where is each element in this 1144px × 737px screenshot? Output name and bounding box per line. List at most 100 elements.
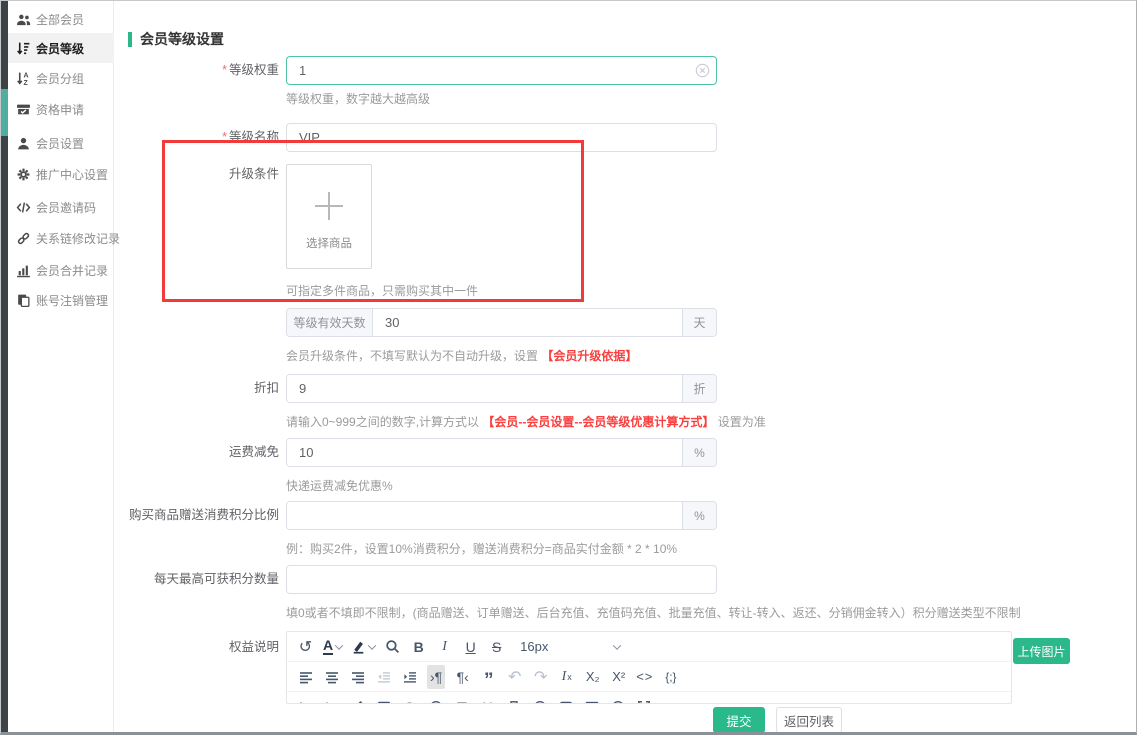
clear-input-icon[interactable] [695,63,710,78]
collapsed-nav-rail [1,1,8,732]
font-size-select[interactable]: 16px [520,639,620,654]
sidebar-item-relation-log[interactable]: 关系链修改记录 [8,223,114,253]
sort-amount-icon [16,41,31,56]
clock-icon[interactable] [531,695,548,705]
blockquote-icon[interactable]: ” [480,665,497,689]
italic-icon[interactable]: I [436,635,453,659]
insert-table-icon[interactable] [583,695,600,705]
sidebar-item-label: 会员分组 [36,70,84,87]
pen-icon[interactable] [349,695,366,705]
sidebar-item-account-cancel[interactable]: 账号注销管理 [8,285,114,315]
discount-group: 折 [286,374,717,403]
fullscreen-icon[interactable] [635,695,652,705]
bold-icon[interactable]: B [410,635,427,659]
sidebar-item-all-members[interactable]: 全部会员 [8,4,114,34]
archive-check-icon [16,102,31,117]
strikethrough-icon[interactable]: S [488,635,505,659]
weight-input[interactable] [286,56,717,85]
submit-button[interactable]: 提交 [713,707,765,733]
text-color-button[interactable]: A [323,635,342,659]
inline-code-icon[interactable]: <> [636,665,653,689]
back-to-list-button[interactable]: 返回列表 [776,707,842,733]
help-daily-cap: 填0或者不填即不限制，(商品赠送、订单赠送、后台充值、充值码充值、批量充值、转让… [286,604,1021,621]
level-name-input[interactable] [286,123,717,152]
editor-toolbar-row-3: Ω H ? [287,692,1011,704]
points-ratio-input[interactable] [287,502,682,529]
select-goods-button[interactable]: 选择商品 [286,164,372,269]
select-all-icon[interactable] [661,695,678,705]
redo-icon[interactable]: ↷ [532,665,549,689]
sidebar-item-label: 资格申请 [36,101,84,118]
editor-toolbar-row-2: ›¶ ¶‹ ” ↶ ↷ Ix X₂ X² <> {;} [287,662,1011,692]
direction-ltr-icon[interactable]: ›¶ [427,665,445,689]
upload-image-button[interactable]: 上传图片 [1013,638,1070,664]
code-block-icon[interactable]: {;} [662,665,679,689]
sidebar-item-qualification[interactable]: 资格申请 [8,94,114,124]
align-right-icon[interactable] [349,665,366,689]
user-icon [16,136,31,151]
field-label-weight: *等级权重 [101,56,279,85]
help-upgrade: 可指定多件商品，只需购买其中一件 [286,282,478,299]
emoticons-icon[interactable] [427,695,444,705]
special-characters-icon[interactable]: Ω [401,695,418,705]
rich-text-editor: ↺ A B I U S 16px ›¶ ¶‹ ” ↶ ↷ Ix X₂ X² <>… [286,631,1012,704]
discount-settings-link[interactable]: 【会员--会员设置--会员等级优惠计算方式】 [482,415,714,429]
sidebar-item-label: 会员合并记录 [36,262,108,279]
direction-rtl-icon[interactable]: ¶‹ [454,665,471,689]
sidebar-item-member-level[interactable]: 会员等级 [8,33,114,63]
highlight-color-button[interactable] [351,635,375,659]
app-window: 全部会员 会员等级 AZ 会员分组 资格申请 会员设置 推广中心设置 会员邀请码 [0,0,1137,735]
sidebar-item-member-settings[interactable]: 会员设置 [8,128,114,158]
align-center-icon[interactable] [323,665,340,689]
field-label-upgrade: 升级条件 [101,164,279,184]
ordered-list-icon[interactable] [297,695,314,705]
svg-text:A: A [24,72,29,79]
print-icon[interactable] [505,695,522,705]
upgrade-basis-link[interactable]: 【会员升级依据】 [541,349,637,363]
align-left-icon[interactable] [297,665,314,689]
sidebar-item-label: 会员设置 [36,135,84,152]
valid-days-input[interactable] [373,309,682,336]
underline-icon[interactable]: U [462,635,479,659]
daily-cap-input[interactable] [286,565,717,594]
sidebar-item-member-groups[interactable]: AZ 会员分组 [8,63,114,93]
insert-hr-icon[interactable]: H [479,695,496,705]
undo-icon[interactable]: ↶ [506,665,523,689]
sort-alpha-icon: AZ [16,71,31,86]
copy-icon [16,293,31,308]
shipping-input[interactable] [287,439,682,466]
sidebar-item-label: 会员等级 [36,40,84,57]
discount-suffix: 折 [682,375,716,402]
users-icon [16,12,31,27]
insert-block-icon[interactable] [453,695,470,705]
insert-video-icon[interactable] [557,695,574,705]
field-label-name: *等级名称 [101,123,279,152]
clear-formatting-icon[interactable]: Ix [558,665,575,689]
search-icon[interactable] [384,635,401,659]
sidebar-item-invite-code[interactable]: 会员邀请码 [8,192,114,222]
help-points-ratio: 例：购买2件，设置10%消费积分，赠送消费积分=商品实付金额 * 2 * 10% [286,540,677,557]
valid-days-prepend: 等级有效天数 [287,309,373,336]
outdent-icon[interactable] [375,665,392,689]
superscript-icon[interactable]: X² [610,665,627,689]
title-accent-bar [128,32,132,47]
svg-text:Z: Z [24,79,29,85]
discount-input[interactable] [287,375,682,402]
scrollbar-thumb[interactable] [1,89,8,136]
plus-icon [328,192,330,220]
undo-history-icon[interactable]: ↺ [297,635,314,659]
gear-icon [16,167,31,182]
field-label-daily-cap: 每天最高可获积分数量 [101,565,279,594]
sidebar-item-label: 关系链修改记录 [36,230,120,247]
indent-icon[interactable] [401,665,418,689]
page-title: 会员等级设置 [128,29,224,49]
sidebar-item-merge-log[interactable]: 会员合并记录 [8,255,114,285]
help-icon[interactable]: ? [609,695,626,705]
image-icon[interactable] [375,695,392,705]
subscript-icon[interactable]: X₂ [584,665,601,689]
valid-days-suffix: 天 [682,309,716,336]
unordered-list-icon[interactable] [323,695,340,705]
code-icon [16,200,31,215]
sidebar-item-promotion-settings[interactable]: 推广中心设置 [8,159,114,189]
editor-toolbar-row-1: ↺ A B I U S 16px [287,632,1011,662]
